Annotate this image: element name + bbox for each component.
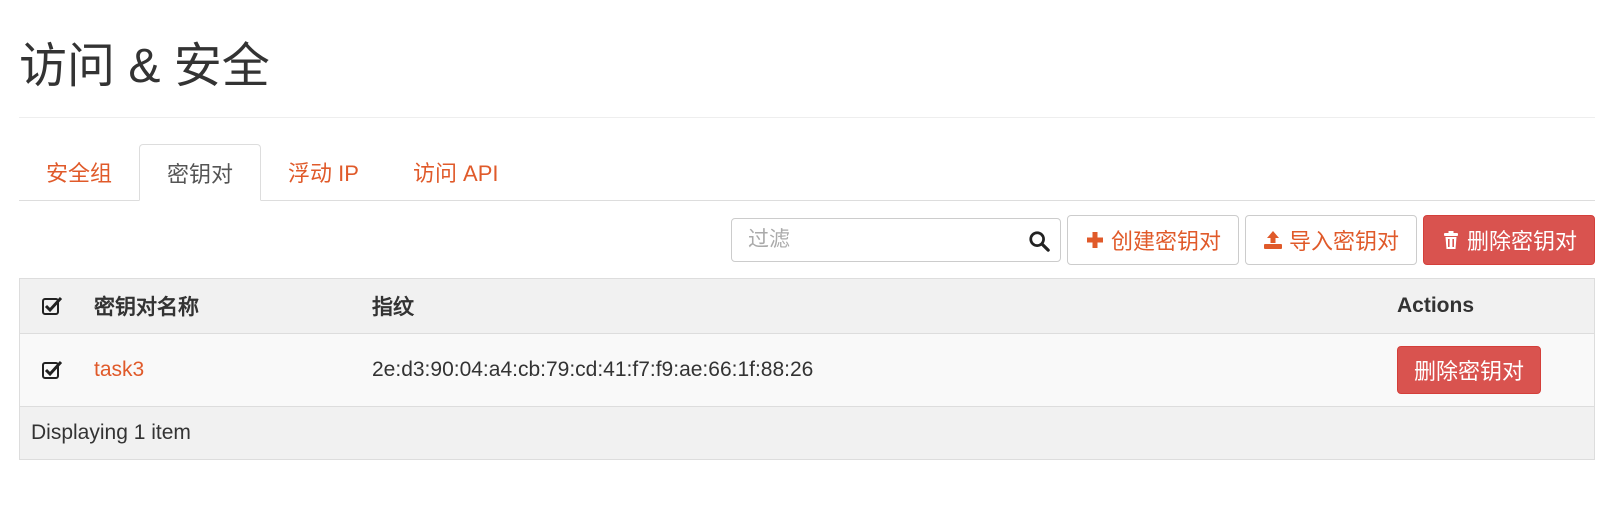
item-count: Displaying 1 item	[31, 421, 191, 444]
column-header-name[interactable]: 密钥对名称	[94, 279, 199, 333]
plus-icon	[1086, 232, 1103, 248]
table-row: task3 2e:d3:90:04:a4:cb:79:cd:41:f7:f9:a…	[20, 334, 1594, 407]
select-all-cell	[41, 279, 63, 333]
keypair-fingerprint: 2e:d3:90:04:a4:cb:79:cd:41:f7:f9:ae:66:1…	[372, 358, 814, 381]
trash-icon	[1443, 231, 1458, 249]
column-header-actions: Actions	[1397, 294, 1475, 317]
tab-bar: 安全组 密钥对 浮动 IP 访问 API	[19, 144, 1595, 201]
delete-keypairs-button[interactable]: 删除密钥对	[1422, 215, 1595, 265]
column-header-fingerprint[interactable]: 指纹	[372, 279, 414, 333]
title-divider	[19, 117, 1595, 118]
table-toolbar: 创建密钥对 导入密钥对 删除密钥对	[730, 215, 1595, 265]
import-keypair-button[interactable]: 导入密钥对	[1244, 215, 1417, 265]
table-footer: Displaying 1 item	[20, 407, 1594, 459]
upload-icon	[1263, 231, 1282, 249]
delete-keypairs-label: 删除密钥对	[1466, 229, 1577, 254]
table-header: 密钥对名称 指纹 Actions	[20, 279, 1594, 334]
search-icon[interactable]	[1028, 230, 1050, 252]
tab-floating-ips[interactable]: 浮动 IP	[261, 144, 386, 200]
keypairs-table: 密钥对名称 指纹 Actions task3 2e:d3:90:04:a4:cb…	[19, 278, 1595, 460]
import-keypair-label: 导入密钥对	[1288, 229, 1399, 254]
checkbox-checked-icon[interactable]	[41, 359, 63, 381]
row-select-cell	[41, 334, 63, 406]
keypair-name-link[interactable]: task3	[94, 334, 144, 406]
create-keypair-label: 创建密钥对	[1110, 229, 1221, 254]
create-keypair-button[interactable]: 创建密钥对	[1066, 215, 1239, 265]
tab-security-groups[interactable]: 安全组	[19, 144, 139, 200]
tab-key-pairs[interactable]: 密钥对	[139, 144, 262, 201]
filter-input[interactable]	[731, 219, 1044, 261]
delete-keypair-row-button[interactable]: 删除密钥对	[1397, 346, 1542, 394]
page-title: 访问 & 安全	[19, 40, 270, 93]
checkbox-checked-icon[interactable]	[41, 295, 63, 317]
tab-api-access[interactable]: 访问 API	[386, 144, 526, 200]
filter-box	[730, 218, 1061, 262]
row-actions-cell: 删除密钥对	[1397, 334, 1542, 406]
